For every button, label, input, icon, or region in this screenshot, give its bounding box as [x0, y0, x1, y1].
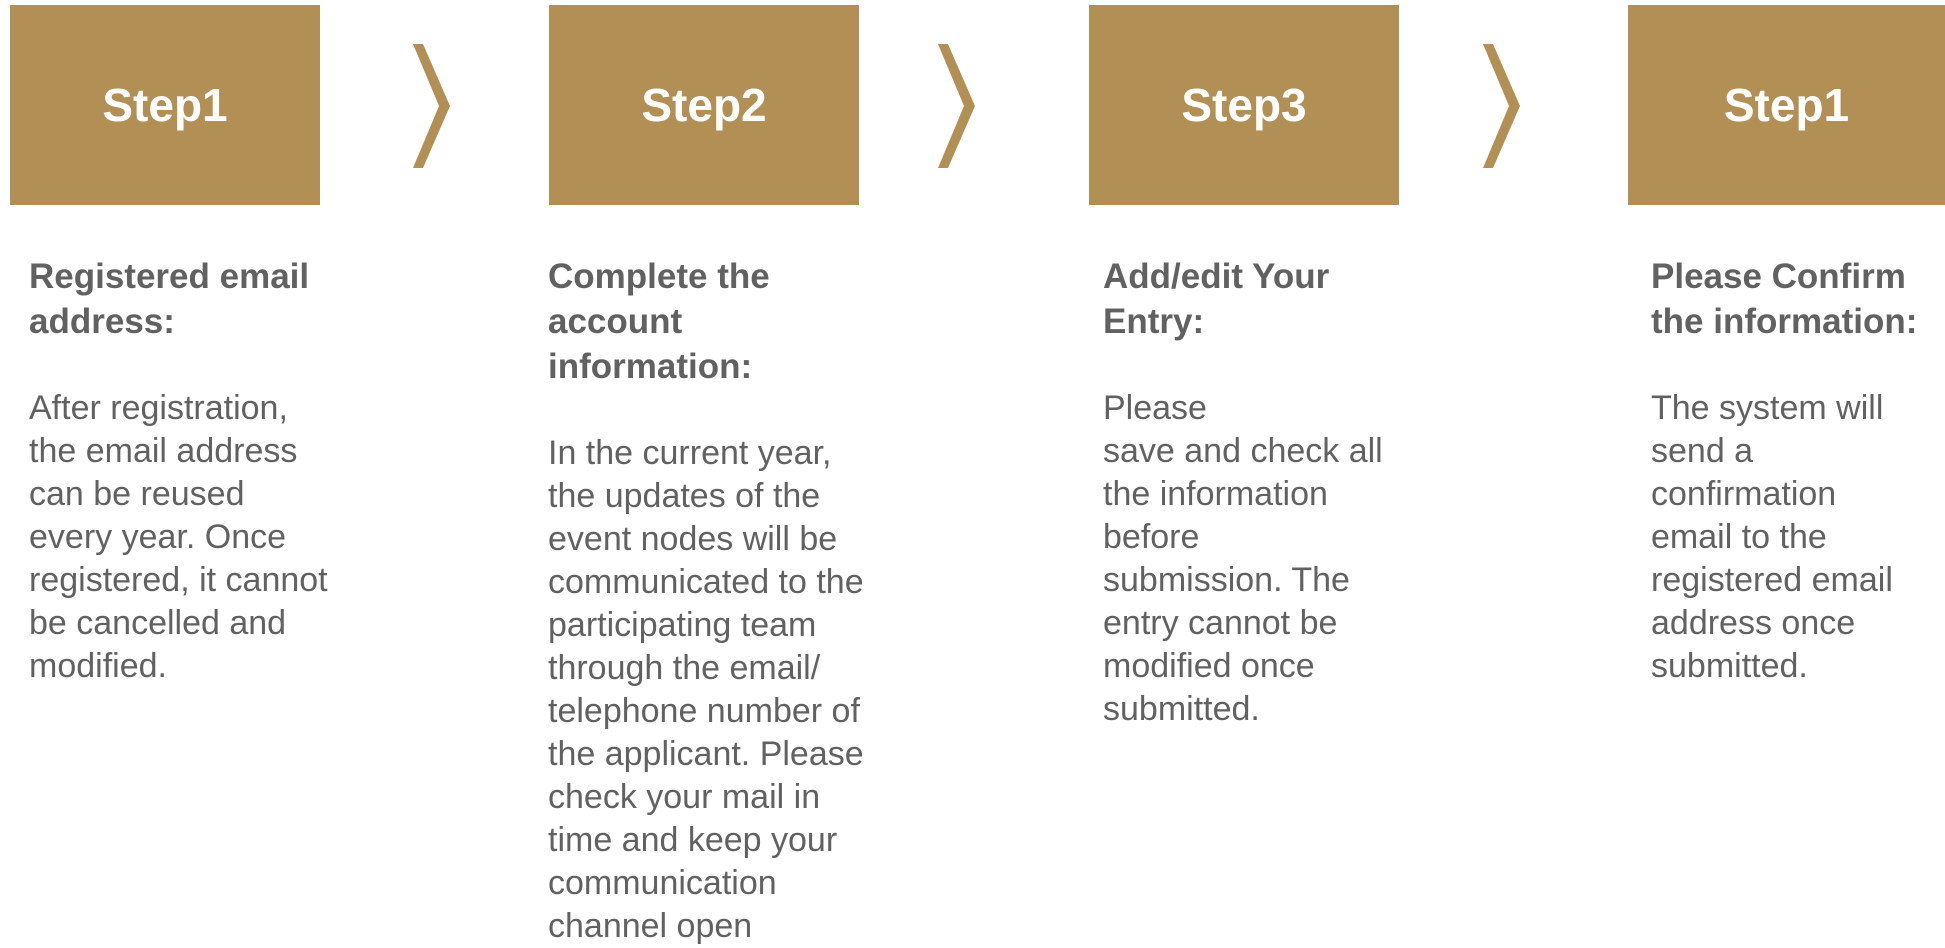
step-4-title: Please Confirm the information:: [1651, 257, 1918, 341]
step-3-title: Add/edit Your Entry:: [1103, 257, 1330, 341]
step-3-label: Step3: [1181, 79, 1307, 131]
step-2-title: Complete the account information:: [548, 257, 770, 386]
step-4-box: Step1: [1628, 5, 1945, 205]
step-3-box: Step3: [1089, 5, 1399, 205]
chevron-right-icon: [938, 44, 975, 168]
step-1-box: Step1: [10, 5, 320, 205]
step-3-description: Please save and check all the informatio…: [1103, 389, 1383, 728]
step-4-label: Step1: [1723, 79, 1850, 131]
step-2-label: Step2: [641, 79, 767, 131]
step-1-description: After registration, the email address ca…: [29, 389, 328, 685]
chevron-right-icon: [1483, 44, 1520, 168]
step-2-description: In the current year, the updates of the …: [548, 434, 864, 945]
step-1-title: Registered email address:: [29, 257, 310, 341]
chevron-right-icon: [413, 44, 450, 168]
step-2-box: Step2: [549, 5, 859, 205]
step-1-label: Step1: [102, 79, 228, 131]
step-4-description: The system will send a confirmation emai…: [1651, 389, 1893, 685]
